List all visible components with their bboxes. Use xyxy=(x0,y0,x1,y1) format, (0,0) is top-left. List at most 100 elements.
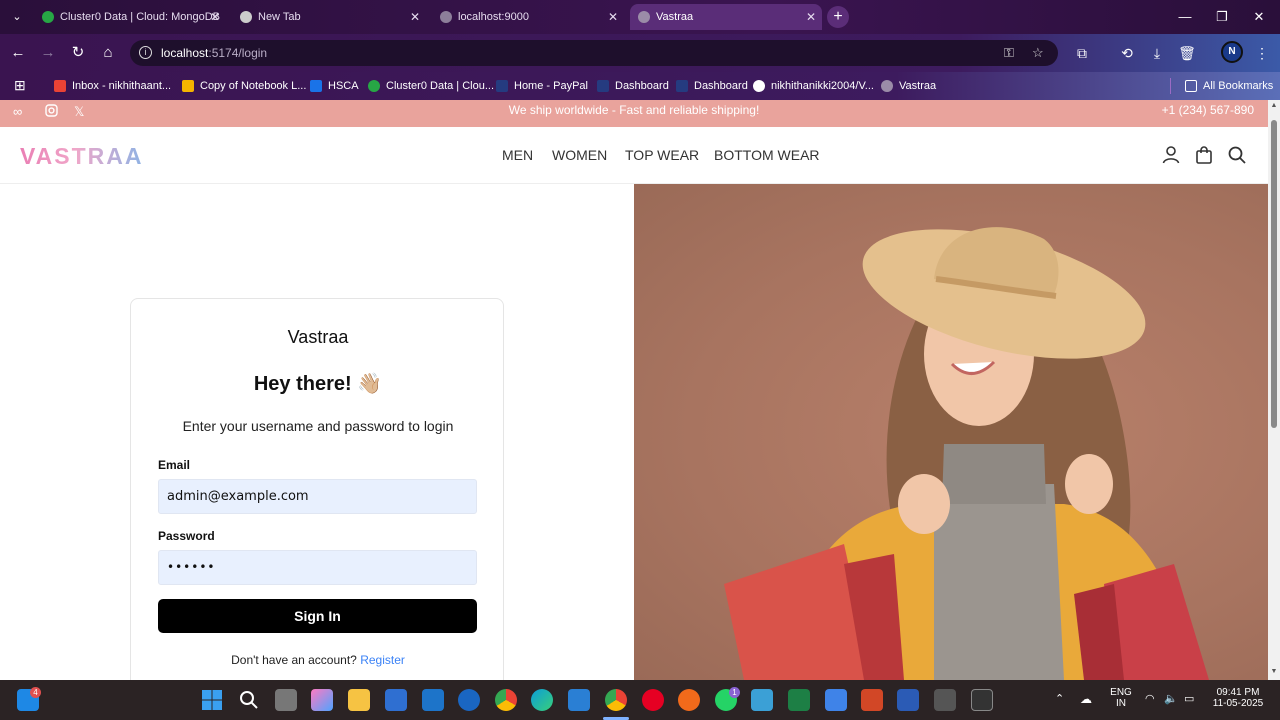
password-key-icon[interactable]: ⚿ xyxy=(1004,45,1014,61)
menu-kebab-icon[interactable]: ⋮ xyxy=(1251,42,1273,64)
vscode-icon[interactable] xyxy=(568,689,590,711)
register-link[interactable]: Register xyxy=(360,653,405,667)
chrome-profile-icon[interactable] xyxy=(605,689,627,711)
file-explorer-icon[interactable] xyxy=(348,689,370,711)
download-icon[interactable]: ⤓ xyxy=(1146,42,1168,64)
reload-button[interactable]: ↻ xyxy=(67,42,89,64)
nav-women[interactable]: WOMEN xyxy=(552,147,607,163)
scrollbar-thumb[interactable] xyxy=(1271,120,1277,428)
folder-icon xyxy=(1185,80,1197,92)
postman-icon[interactable] xyxy=(678,689,700,711)
edge-icon[interactable] xyxy=(531,689,553,711)
todo-icon[interactable] xyxy=(825,689,847,711)
new-tab-button[interactable]: + xyxy=(827,6,849,28)
search-icon[interactable] xyxy=(238,689,260,711)
bookmark-mongodb[interactable]: Cluster0 Data | Clou... xyxy=(368,77,494,95)
tab-vastraa[interactable]: Vastraa ✕ xyxy=(630,4,822,30)
tab-search-icon[interactable]: ⌄ xyxy=(6,6,28,28)
bookmark-paypal[interactable]: Home - PayPal xyxy=(496,77,588,95)
phone-number: +1 (234) 567-890 xyxy=(1161,103,1254,117)
all-bookmarks-folder[interactable]: All Bookmarks xyxy=(1185,77,1273,95)
close-tab-icon[interactable]: ✕ xyxy=(608,4,618,30)
email-field[interactable]: admin@example.com xyxy=(158,479,477,514)
password-field[interactable]: •••••• xyxy=(158,550,477,585)
forward-button[interactable]: → xyxy=(37,42,59,64)
site-header: VASTRAA MEN WOMEN TOP WEAR BOTTOM WEAR xyxy=(0,127,1268,184)
page-scrollbar[interactable]: ▲ ▼ xyxy=(1268,100,1280,680)
tab-mongodb[interactable]: Cluster0 Data | Cloud: MongoDB ✕ xyxy=(34,4,226,30)
search-icon[interactable] xyxy=(1226,144,1248,166)
windows-start-icon[interactable] xyxy=(201,689,223,711)
excel-icon[interactable] xyxy=(788,689,810,711)
bookmark-dashboard-1[interactable]: Dashboard xyxy=(597,77,669,95)
url-text: localhost:5174/login xyxy=(161,46,268,60)
battery-icon[interactable]: ▭ xyxy=(1184,692,1194,705)
bookmark-gmail[interactable]: Inbox - nikhithaant... xyxy=(54,77,171,95)
mongodb-leaf-icon xyxy=(368,80,380,92)
back-button[interactable]: ← xyxy=(7,42,29,64)
tab-title: Cluster0 Data | Cloud: MongoDB xyxy=(60,11,220,23)
volume-icon[interactable]: 🔈 xyxy=(1164,692,1178,705)
chrome-icon xyxy=(240,11,252,23)
bookmark-vastraa[interactable]: Vastraa xyxy=(881,77,936,95)
address-bar[interactable]: i localhost:5174/login ⚿ ☆ xyxy=(130,40,1058,66)
scroll-down-arrow[interactable]: ▼ xyxy=(1270,668,1278,675)
bookmark-hsca[interactable]: HSCA xyxy=(310,77,359,95)
close-tab-icon[interactable]: ✕ xyxy=(210,4,220,30)
task-view-icon[interactable] xyxy=(275,689,297,711)
email-label: Email xyxy=(158,458,191,472)
tab-title: Vastraa xyxy=(656,11,694,23)
microsoft-store-icon[interactable] xyxy=(385,689,407,711)
mysql-icon[interactable] xyxy=(422,689,444,711)
delete-icon[interactable]: 🗑 xyxy=(1176,42,1198,64)
site-logo[interactable]: VASTRAA xyxy=(20,143,143,170)
bookmark-github[interactable]: nikhithanikki2004/V... xyxy=(753,77,874,95)
bookmark-dashboard-2[interactable]: Dashboard xyxy=(676,77,748,95)
paypal-icon xyxy=(597,80,609,92)
bookmark-star-icon[interactable]: ☆ xyxy=(1032,45,1044,61)
user-icon[interactable] xyxy=(1160,144,1182,166)
home-button[interactable]: ⌂ xyxy=(97,42,119,64)
history-icon[interactable]: ⟲ xyxy=(1116,42,1138,64)
word-icon[interactable] xyxy=(897,689,919,711)
tab-localhost-9000[interactable]: localhost:9000 ✕ xyxy=(432,4,624,30)
close-tab-icon[interactable]: ✕ xyxy=(410,4,420,30)
snipping-tool-icon[interactable] xyxy=(934,689,956,711)
close-window-button[interactable]: ✕ xyxy=(1240,0,1278,34)
teams-icon[interactable] xyxy=(751,689,773,711)
apps-grid-icon[interactable]: ⊞ xyxy=(14,76,26,94)
powerpoint-icon[interactable] xyxy=(861,689,883,711)
close-tab-icon[interactable]: ✕ xyxy=(806,4,816,30)
onedrive-icon[interactable]: ☁ xyxy=(1080,692,1092,706)
outlook-icon[interactable] xyxy=(458,689,480,711)
site-info-icon[interactable]: i xyxy=(139,46,152,59)
scroll-up-arrow[interactable]: ▲ xyxy=(1270,102,1278,109)
language-indicator[interactable]: ENG IN xyxy=(1108,687,1134,709)
copilot-icon[interactable] xyxy=(311,689,333,711)
hsca-icon xyxy=(310,80,322,92)
sign-in-button[interactable]: Sign In xyxy=(158,599,477,633)
bookmarks-bar: ⊞ Inbox - nikhithaant... Copy of Noteboo… xyxy=(0,72,1280,100)
maximize-button[interactable]: ❐ xyxy=(1203,0,1241,34)
clock[interactable]: 09:41 PM 11-05-2025 xyxy=(1208,687,1268,709)
nav-top-wear[interactable]: TOP WEAR xyxy=(625,147,699,163)
nav-bottom-wear[interactable]: BOTTOM WEAR xyxy=(714,147,820,163)
chrome-icon[interactable] xyxy=(495,689,517,711)
wifi-icon[interactable]: ◠ xyxy=(1145,692,1155,705)
github-icon xyxy=(753,80,765,92)
web-page: ∞ 𝕏 We ship worldwide - Fast and reliabl… xyxy=(0,100,1268,680)
nav-men[interactable]: MEN xyxy=(502,147,533,163)
slides-icon xyxy=(182,80,194,92)
bookmark-notebook[interactable]: Copy of Notebook L... xyxy=(182,77,306,95)
minimize-button[interactable]: — xyxy=(1166,0,1204,34)
bookmark-divider xyxy=(1170,78,1171,94)
terminal-icon[interactable] xyxy=(971,689,993,711)
tab-title: localhost:9000 xyxy=(458,11,529,23)
whatsapp-badge: 1 xyxy=(729,687,740,698)
extensions-icon[interactable]: ⧉ xyxy=(1071,42,1093,64)
chevron-up-icon[interactable]: ⌃ xyxy=(1055,692,1064,705)
profile-avatar[interactable]: N xyxy=(1221,41,1243,63)
pinterest-icon[interactable] xyxy=(642,689,664,711)
shopping-bag-icon[interactable] xyxy=(1193,144,1215,166)
tab-new-tab[interactable]: New Tab ✕ xyxy=(232,4,426,30)
